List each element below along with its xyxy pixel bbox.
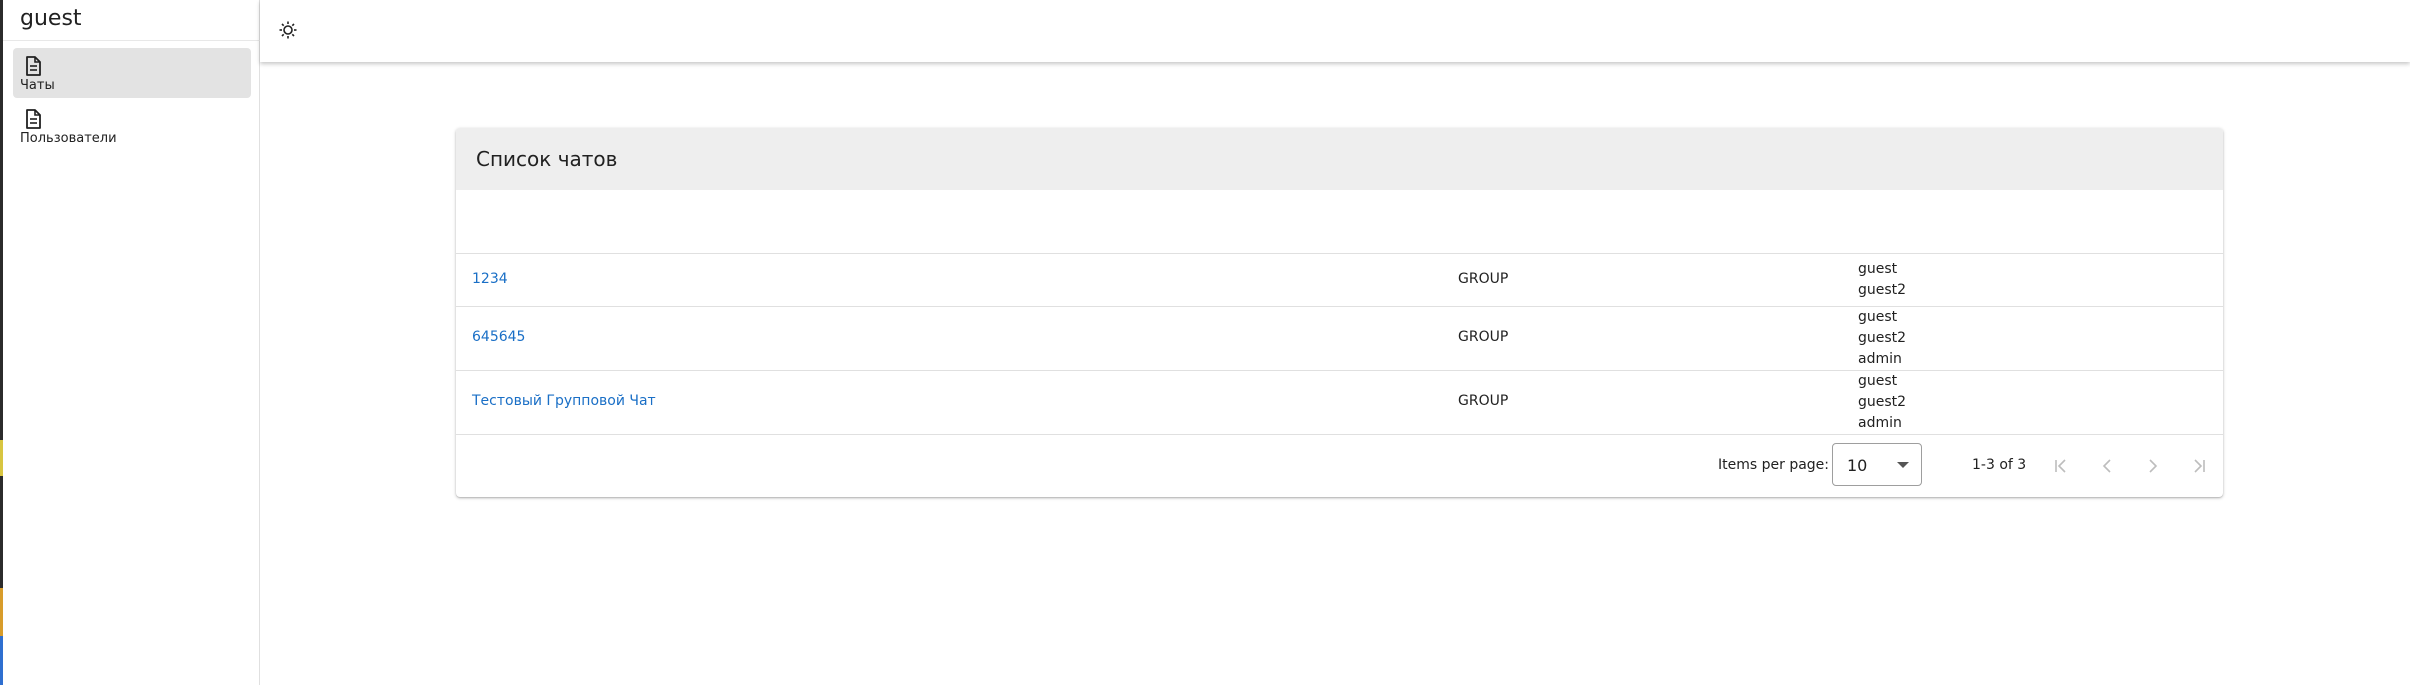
chat-type: GROUP bbox=[1458, 329, 1509, 345]
chat-user: guest bbox=[1858, 309, 1898, 325]
sun-theme-icon[interactable] bbox=[278, 20, 298, 40]
chat-name-link[interactable]: 645645 bbox=[472, 329, 525, 345]
chat-name-link[interactable]: Тестовый Групповой Чат bbox=[472, 393, 656, 409]
sidebar-username: guest bbox=[20, 6, 82, 31]
chat-user: admin bbox=[1858, 351, 1902, 367]
sidebar-item-chats[interactable]: Чаты bbox=[13, 48, 251, 98]
chat-user: guest bbox=[1858, 373, 1898, 389]
chat-user: guest2 bbox=[1858, 394, 1907, 410]
document-icon bbox=[25, 109, 41, 129]
card-header: Список чатов bbox=[456, 128, 2223, 190]
chat-type: GROUP bbox=[1458, 271, 1509, 287]
table-row[interactable]: 645645 GROUP guest guest2 admin bbox=[456, 307, 2223, 371]
document-icon bbox=[25, 56, 41, 76]
chat-list-card: Список чатов 1234 GROUP guest guest2 645… bbox=[456, 128, 2223, 497]
chat-user: guest bbox=[1858, 261, 1898, 277]
chat-users: guest guest2 admin bbox=[1858, 307, 1906, 370]
chat-type: GROUP bbox=[1458, 393, 1509, 409]
first-page-icon[interactable] bbox=[2046, 451, 2076, 481]
table-row[interactable]: 1234 GROUP guest guest2 bbox=[456, 254, 2223, 307]
sidebar-divider bbox=[3, 40, 260, 41]
top-toolbar bbox=[260, 0, 2410, 62]
items-per-page-value: 10 bbox=[1847, 456, 1868, 475]
table-row[interactable]: Тестовый Групповой Чат GROUP guest guest… bbox=[456, 371, 2223, 435]
sidebar: guest Чаты Пользователи bbox=[3, 0, 260, 685]
items-per-page-select[interactable]: 10 bbox=[1832, 443, 1922, 486]
last-page-icon[interactable] bbox=[2184, 451, 2214, 481]
sidebar-item-label: Чаты bbox=[20, 78, 55, 93]
chat-users: guest guest2 admin bbox=[1858, 371, 1906, 434]
chat-user: guest2 bbox=[1858, 282, 1907, 298]
paginator: Items per page: 10 1-3 of 3 bbox=[456, 435, 2223, 497]
chat-name-link[interactable]: 1234 bbox=[472, 271, 508, 287]
previous-page-icon[interactable] bbox=[2092, 451, 2122, 481]
dropdown-arrow-icon bbox=[1897, 462, 1909, 468]
sidebar-item-label: Пользователи bbox=[20, 131, 117, 146]
chat-user: admin bbox=[1858, 415, 1902, 431]
next-page-icon[interactable] bbox=[2138, 451, 2168, 481]
sidebar-item-users[interactable]: Пользователи bbox=[13, 101, 251, 151]
page-range-label: 1-3 of 3 bbox=[1972, 457, 2027, 473]
chat-user: guest2 bbox=[1858, 330, 1907, 346]
items-per-page-label: Items per page: bbox=[1718, 457, 1830, 473]
chat-users: guest guest2 bbox=[1858, 259, 1906, 301]
card-title: Список чатов bbox=[476, 147, 618, 171]
table-header bbox=[456, 190, 2223, 254]
